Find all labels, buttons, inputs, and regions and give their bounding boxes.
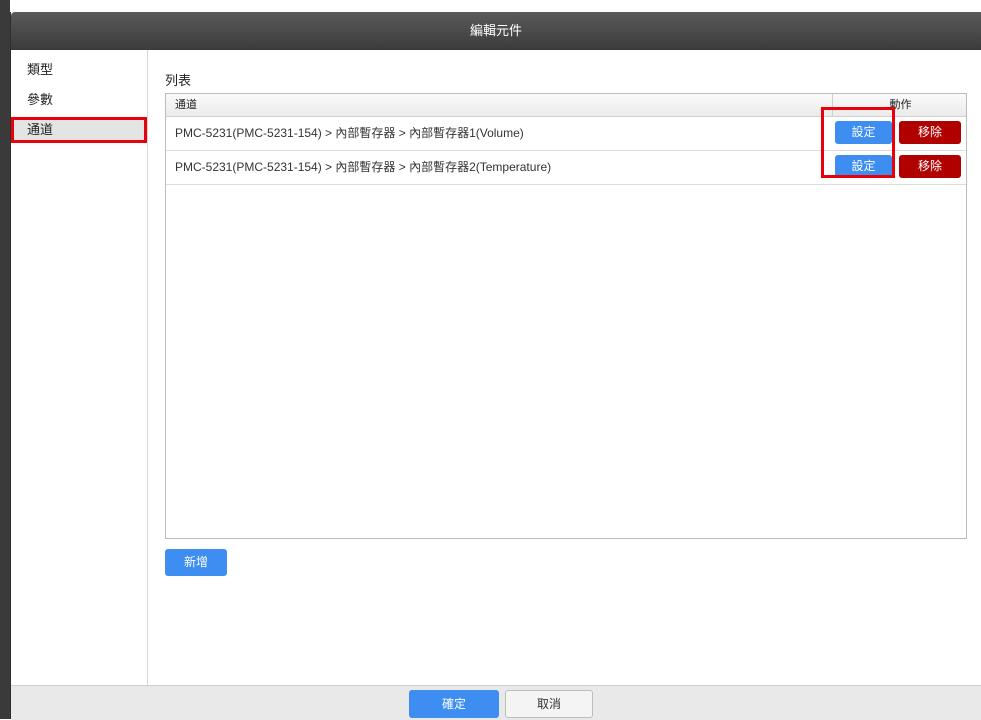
column-header-channel: 通道 [175,99,197,111]
cancel-button[interactable]: 取消 [505,690,593,718]
table-header: 通道 動作 [166,94,966,117]
sidebar-item-parameters[interactable]: 參數 [11,87,147,113]
main-panel: 列表 通道 動作 PMC-5231(PMC-5231-154) > 內部暫存器 … [148,50,981,685]
table-row: PMC-5231(PMC-5231-154) > 內部暫存器 > 內部暫存器2(… [166,151,966,185]
channel-path: PMC-5231(PMC-5231-154) > 內部暫存器 > 內部暫存器2(… [175,160,552,174]
dialog-title: 編輯元件 [11,12,981,50]
sidebar-item-channels[interactable]: 通道 [11,117,147,143]
edit-component-dialog: 編輯元件 類型 參數 通道 列表 通道 動作 PMC-5231(PMC-5231… [10,12,981,720]
set-button[interactable]: 設定 [835,155,892,178]
dialog-footer: 確定 取消 [11,685,981,720]
remove-button[interactable]: 移除 [899,121,961,144]
column-header-action: 動作 [832,94,968,116]
sidebar-item-type[interactable]: 類型 [11,57,147,83]
table-row: PMC-5231(PMC-5231-154) > 內部暫存器 > 內部暫存器1(… [166,117,966,151]
set-button[interactable]: 設定 [835,121,892,144]
channel-path: PMC-5231(PMC-5231-154) > 內部暫存器 > 內部暫存器1(… [175,126,524,140]
channel-table: 通道 動作 PMC-5231(PMC-5231-154) > 內部暫存器 > 內… [165,93,967,539]
remove-button[interactable]: 移除 [899,155,961,178]
sidebar: 類型 參數 通道 [11,50,148,685]
background-strip [0,0,10,719]
ok-button[interactable]: 確定 [409,690,499,718]
background-top [10,0,981,12]
add-channel-button[interactable]: 新增 [165,549,227,576]
list-title: 列表 [165,73,192,88]
